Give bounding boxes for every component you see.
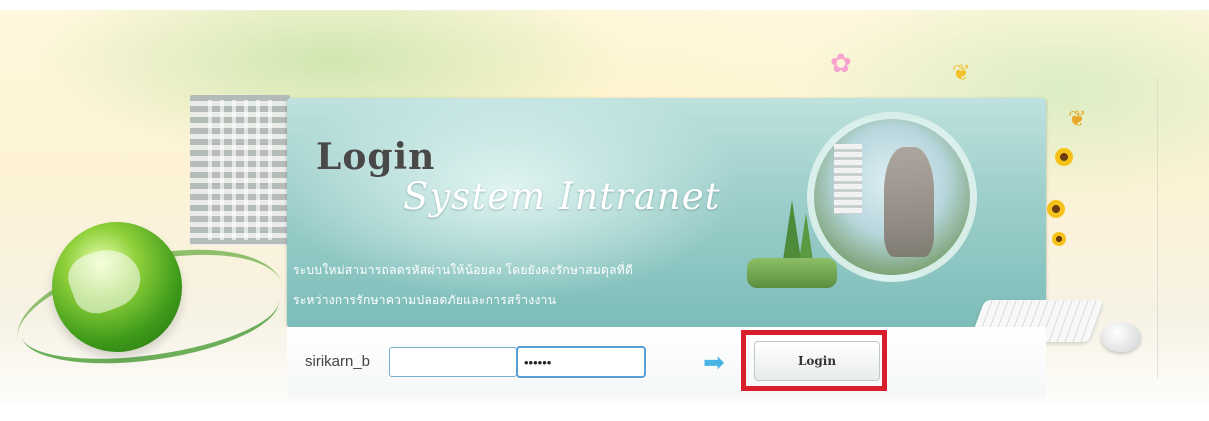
bottom-margin xyxy=(0,405,1209,421)
arrow-right-icon: ➡ xyxy=(703,347,725,377)
sunflower-icon xyxy=(1047,200,1065,218)
banner-title: Login xyxy=(316,136,436,178)
username-label: sirikarn_b xyxy=(305,353,371,370)
tree-decoration xyxy=(799,213,813,261)
password-input[interactable] xyxy=(516,346,646,378)
banner-subtitle: System Intranet xyxy=(403,175,721,218)
username-input[interactable] xyxy=(389,347,517,377)
campus-photo xyxy=(807,112,977,282)
building-windows xyxy=(208,100,278,240)
photo-statue xyxy=(884,147,934,257)
photo-tower xyxy=(834,144,862,214)
right-divider xyxy=(1157,78,1158,378)
butterfly-icon: ❦ xyxy=(952,60,971,85)
banner-description-line2: ระหว่างการรักษาความปลอดภัยและการสร้างงาน xyxy=(293,293,557,307)
banner-description-line1: ระบบใหม่สามารถลดรหัสผ่านให้น้อยลง โดยยัง… xyxy=(293,263,634,277)
flower-icon: ✿ xyxy=(830,48,852,78)
sunflower-icon xyxy=(1052,232,1066,246)
sunflower-icon xyxy=(1055,148,1073,166)
mouse-image xyxy=(1101,322,1141,352)
login-button[interactable]: Login xyxy=(754,341,880,381)
top-margin xyxy=(0,0,1209,10)
hedge-decoration xyxy=(747,258,837,288)
butterfly-icon: ❦ xyxy=(1068,106,1087,131)
login-banner: Login System Intranet ระบบใหม่สามารถลดรห… xyxy=(287,98,1046,327)
